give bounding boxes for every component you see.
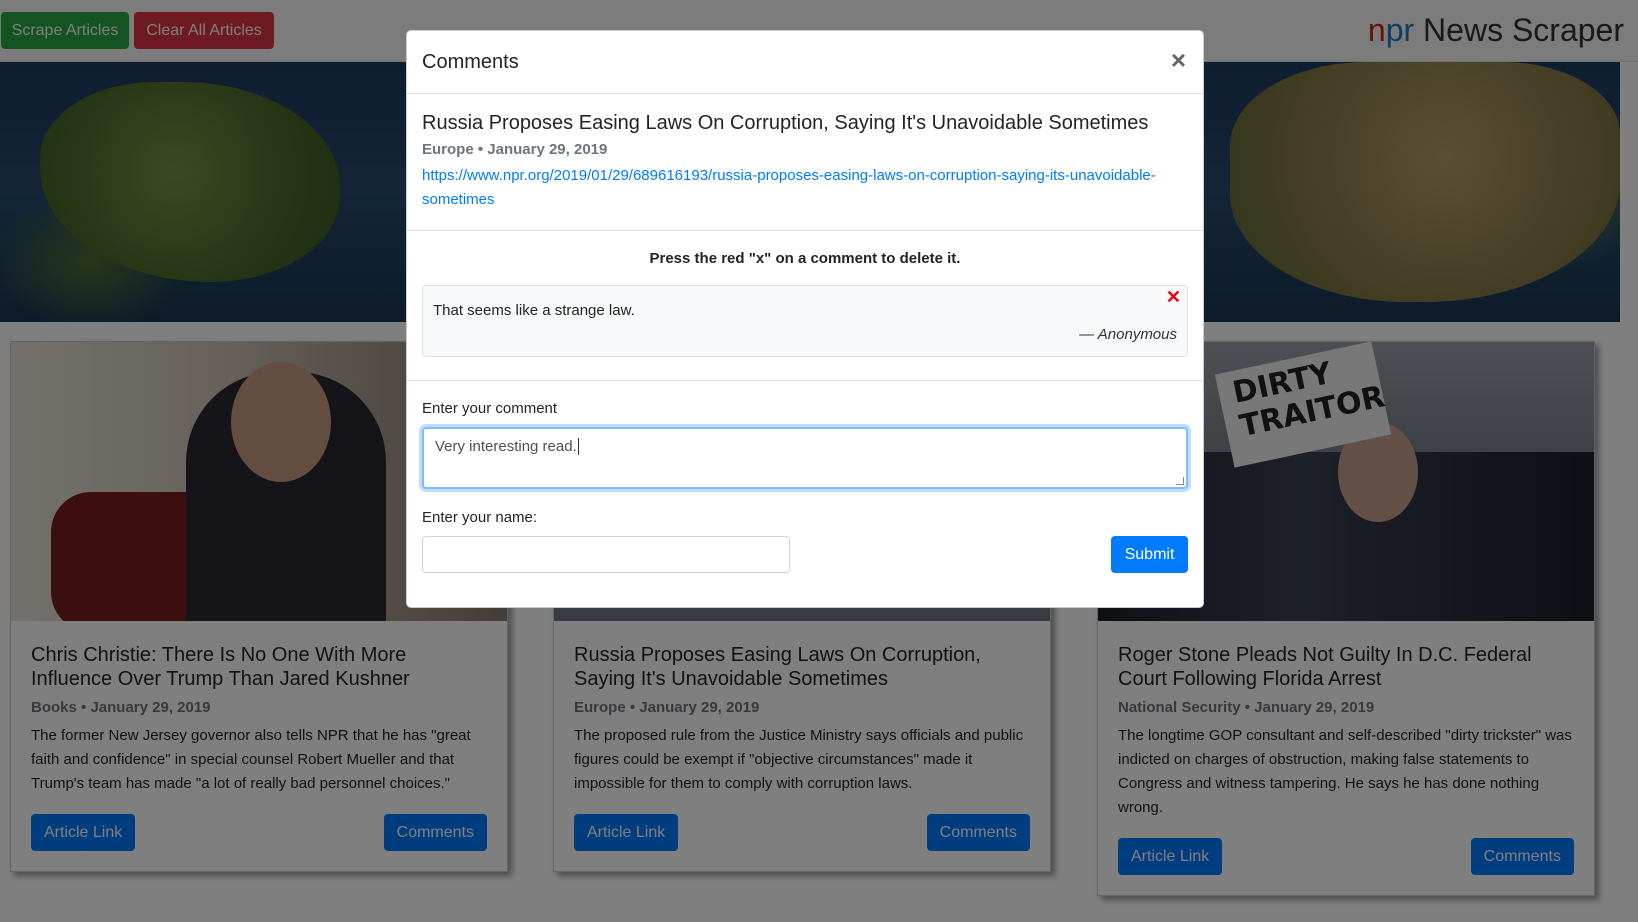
text-caret bbox=[577, 438, 579, 455]
comment-item: That seems like a strange law. — Anonymo… bbox=[422, 285, 1188, 357]
close-icon[interactable]: × bbox=[1171, 45, 1186, 75]
comment-textarea[interactable]: Very interesting read. bbox=[422, 427, 1188, 489]
comment-author-name: Anonymous bbox=[1097, 326, 1177, 343]
modal-article-info: Russia Proposes Easing Laws On Corruptio… bbox=[407, 94, 1203, 231]
name-label: Enter your name: bbox=[422, 509, 538, 526]
delete-comment-icon[interactable]: ✕ bbox=[1166, 287, 1181, 308]
comment-label: Enter your comment bbox=[422, 400, 558, 417]
modal-article-url-link[interactable]: https://www.npr.org/2019/01/29/689616193… bbox=[422, 164, 1188, 212]
submit-button[interactable]: Submit bbox=[1111, 536, 1188, 573]
comments-modal: Comments × Russia Proposes Easing Laws O… bbox=[406, 30, 1204, 608]
comment-author-dash: — bbox=[1079, 326, 1095, 343]
modal-title: Comments bbox=[422, 51, 519, 73]
comment-form: Enter your comment Very interesting read… bbox=[407, 381, 1203, 573]
modal-article-title: Russia Proposes Easing Laws On Corruptio… bbox=[422, 112, 1149, 134]
delete-hint-text: Press the red "x" on a comment to delete… bbox=[649, 250, 961, 267]
modal-header: Comments × bbox=[407, 31, 1203, 94]
name-input[interactable] bbox=[422, 536, 790, 573]
comment-textarea-value: Very interesting read. bbox=[435, 438, 577, 455]
comment-text: That seems like a strange law. bbox=[433, 302, 635, 319]
comment-author: — Anonymous bbox=[1079, 326, 1177, 343]
modal-article-meta: Europe • January 29, 2019 bbox=[422, 141, 608, 158]
comments-section: Press the red "x" on a comment to delete… bbox=[407, 231, 1203, 381]
resize-handle-icon[interactable] bbox=[1176, 477, 1184, 485]
